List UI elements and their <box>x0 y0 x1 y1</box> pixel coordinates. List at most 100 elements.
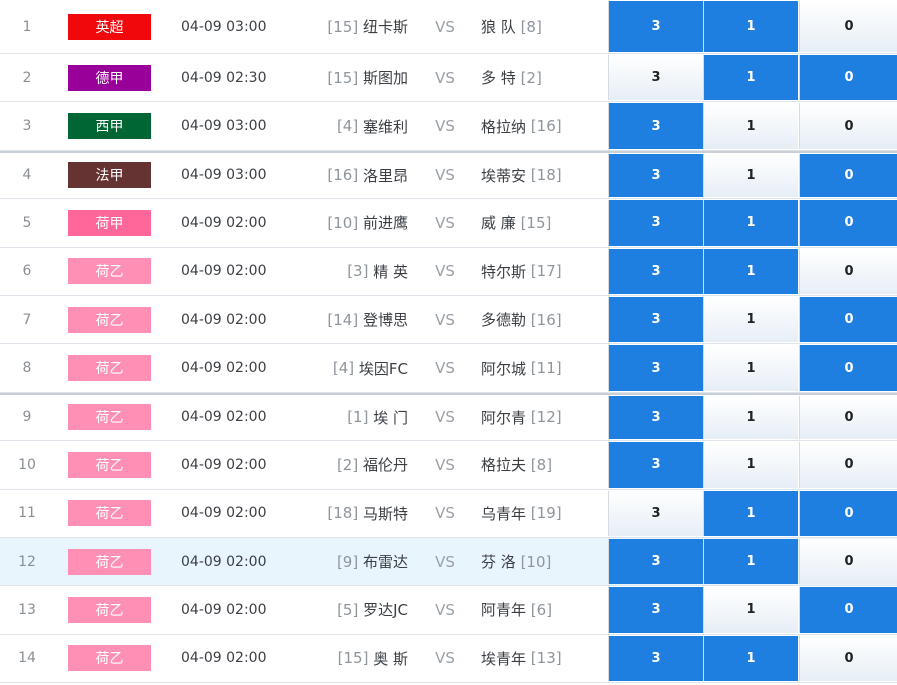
option-draw[interactable]: 1 <box>703 490 798 536</box>
match-row: 12 荷乙 04-09 02:00 [9] 布雷达 VS 芬 洛 [10] 3 1 0 <box>0 537 897 587</box>
option-draw[interactable]: 1 <box>703 248 798 294</box>
home-team[interactable]: [3] 精 英 <box>290 248 408 295</box>
match-number: 8 <box>22 360 32 377</box>
away-team-name: 乌青年 <box>481 504 527 523</box>
away-rank: [16] <box>530 310 562 329</box>
option-loss[interactable]: 0 <box>799 538 897 585</box>
option-loss[interactable]: 0 <box>799 153 897 198</box>
option-win[interactable]: 3 <box>608 442 703 488</box>
option-win[interactable]: 3 <box>608 395 703 440</box>
option-loss[interactable]: 0 <box>799 55 897 101</box>
league-badge[interactable]: 荷乙 <box>68 258 151 285</box>
league-badge[interactable]: 荷乙 <box>68 451 151 478</box>
match-row: 7 荷乙 04-09 02:00 [14] 登博思 VS 多德勒 [16] 3 1 0 <box>0 295 897 345</box>
home-team[interactable]: [14] 登博思 <box>290 296 408 343</box>
away-team[interactable]: 特尔斯 [17] <box>481 248 601 295</box>
home-team[interactable]: [2] 福伦丹 <box>290 441 408 488</box>
option-win[interactable]: 3 <box>608 248 703 294</box>
option-draw[interactable]: 1 <box>703 345 798 391</box>
away-team[interactable]: 芬 洛 [10] <box>481 538 601 585</box>
option-loss[interactable]: 0 <box>799 490 897 536</box>
league-badge[interactable]: 德甲 <box>68 64 151 91</box>
option-draw[interactable]: 1 <box>703 395 798 440</box>
home-team[interactable]: [1] 埃 门 <box>290 395 408 440</box>
league-badge[interactable]: 荷乙 <box>68 645 151 672</box>
option-win[interactable]: 3 <box>608 538 703 585</box>
match-number: 3 <box>22 118 32 135</box>
league-badge[interactable]: 荷乙 <box>68 404 151 431</box>
option-win[interactable]: 3 <box>608 103 703 149</box>
option-loss[interactable]: 0 <box>799 635 897 682</box>
away-team[interactable]: 阿尔城 [11] <box>481 344 601 391</box>
home-team[interactable]: [10] 前进鹰 <box>290 199 408 246</box>
away-team[interactable]: 阿尔青 [12] <box>481 395 601 440</box>
option-draw[interactable]: 1 <box>703 538 798 585</box>
league-badge[interactable]: 荷甲 <box>68 209 151 236</box>
away-team[interactable]: 埃青年 [13] <box>481 635 601 682</box>
home-team[interactable]: [4] 塞维利 <box>290 102 408 149</box>
option-draw[interactable]: 1 <box>703 296 798 343</box>
away-team[interactable]: 威 廉 [15] <box>481 199 601 246</box>
home-team[interactable]: [5] 罗达JC <box>290 586 408 633</box>
option-draw[interactable]: 1 <box>703 635 798 682</box>
option-loss[interactable]: 0 <box>799 296 897 343</box>
league-badge[interactable]: 英超 <box>68 13 151 40</box>
option-loss[interactable]: 0 <box>799 442 897 488</box>
option-draw[interactable]: 1 <box>703 587 798 633</box>
option-win[interactable]: 3 <box>608 296 703 343</box>
league-badge[interactable]: 荷乙 <box>68 548 151 575</box>
league-cell: 荷乙 <box>68 441 151 488</box>
option-draw[interactable]: 1 <box>703 55 798 101</box>
option-draw[interactable]: 1 <box>703 1 798 52</box>
league-badge[interactable]: 法甲 <box>68 162 151 189</box>
option-draw[interactable]: 1 <box>703 442 798 488</box>
home-team[interactable]: [9] 布雷达 <box>290 538 408 585</box>
away-team[interactable]: 格拉夫 [8] <box>481 441 601 488</box>
away-team[interactable]: 埃蒂安 [18] <box>481 153 601 198</box>
away-team[interactable]: 多 特 [2] <box>481 54 601 101</box>
league-cell: 西甲 <box>68 102 151 149</box>
match-list: 1 英超 04-09 03:00 [15] 纽卡斯 VS 狼 队 [8] 3 1 0 2 德甲 04-… <box>0 0 897 684</box>
league-badge[interactable]: 荷乙 <box>68 306 151 333</box>
league-badge[interactable]: 荷乙 <box>68 500 151 527</box>
league-badge[interactable]: 西甲 <box>68 113 151 140</box>
home-team[interactable]: [4] 埃因FC <box>290 344 408 391</box>
home-team[interactable]: [15] 纽卡斯 <box>290 0 408 53</box>
option-loss[interactable]: 0 <box>799 345 897 391</box>
match-row: 6 荷乙 04-09 02:00 [3] 精 英 VS 特尔斯 [17] 3 1 0 <box>0 247 897 296</box>
away-team[interactable]: 阿青年 [6] <box>481 586 601 633</box>
option-win[interactable]: 3 <box>608 635 703 682</box>
option-loss[interactable]: 0 <box>799 1 897 52</box>
option-loss[interactable]: 0 <box>799 200 897 246</box>
home-team-name: 精 英 <box>373 262 408 281</box>
away-team[interactable]: 狼 队 [8] <box>481 0 601 53</box>
away-rank: [12] <box>530 408 562 427</box>
option-draw[interactable]: 1 <box>703 153 798 198</box>
option-win[interactable]: 3 <box>608 1 703 52</box>
away-rank: [13] <box>530 649 562 668</box>
home-team[interactable]: [15] 奥 斯 <box>290 635 408 682</box>
league-badge[interactable]: 荷乙 <box>68 596 151 623</box>
match-number: 10 <box>18 456 36 473</box>
option-win[interactable]: 3 <box>608 55 703 101</box>
option-draw[interactable]: 1 <box>703 103 798 149</box>
away-team[interactable]: 格拉纳 [16] <box>481 102 601 149</box>
home-team[interactable]: [15] 斯图加 <box>290 54 408 101</box>
option-loss[interactable]: 0 <box>799 587 897 633</box>
league-badge[interactable]: 荷乙 <box>68 355 151 382</box>
option-loss[interactable]: 0 <box>799 248 897 294</box>
away-team[interactable]: 乌青年 [19] <box>481 490 601 537</box>
option-win[interactable]: 3 <box>608 587 703 633</box>
away-team-name: 格拉纳 <box>481 117 527 136</box>
away-team[interactable]: 多德勒 [16] <box>481 296 601 343</box>
option-win[interactable]: 3 <box>608 153 703 198</box>
option-win[interactable]: 3 <box>608 490 703 536</box>
match-number: 11 <box>18 505 36 522</box>
option-draw[interactable]: 1 <box>703 200 798 246</box>
option-loss[interactable]: 0 <box>799 395 897 440</box>
option-win[interactable]: 3 <box>608 200 703 246</box>
option-win[interactable]: 3 <box>608 345 703 391</box>
home-team[interactable]: [18] 马斯特 <box>290 490 408 537</box>
home-team[interactable]: [16] 洛里昂 <box>290 153 408 198</box>
option-loss[interactable]: 0 <box>799 103 897 149</box>
